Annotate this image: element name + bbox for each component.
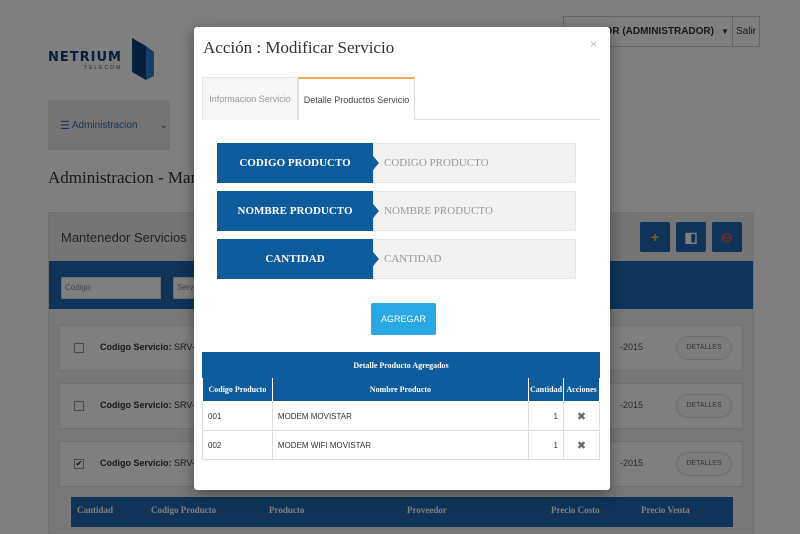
- remove-icon[interactable]: ✖: [563, 430, 600, 460]
- products-added-table: Detalle Producto Agregados Codigo Produc…: [202, 352, 600, 460]
- modal-tabs: Informacion Servicio Detalle Productos S…: [202, 77, 600, 121]
- table-row: 002 MODEM WIFI MOVISTAR 1 ✖: [202, 430, 600, 460]
- column-header-codigo: Codigo Producto: [202, 377, 273, 402]
- cell-nombre: MODEM MOVISTAR: [271, 401, 530, 431]
- cantidad-input[interactable]: [373, 239, 576, 279]
- tab-informacion-servicio[interactable]: Informacion Servicio: [202, 77, 298, 120]
- agregar-button[interactable]: AGREGAR: [371, 303, 436, 335]
- nombre-producto-input[interactable]: [373, 191, 576, 231]
- tab-detalle-productos-servicio[interactable]: Detalle Productos Servicio: [298, 77, 415, 121]
- table-caption: Detalle Producto Agregados: [202, 352, 600, 378]
- remove-icon[interactable]: ✖: [563, 401, 600, 431]
- codigo-producto-input[interactable]: [373, 143, 576, 183]
- cantidad-field: CANTIDAD: [217, 239, 576, 279]
- table-row: 001 MODEM MOVISTAR 1 ✖: [202, 401, 600, 431]
- nombre-producto-field: NOMBRE PRODUCTO: [217, 191, 576, 231]
- codigo-producto-label: CODIGO PRODUCTO: [217, 143, 373, 183]
- modal-title: Acción : Modificar Servicio: [203, 38, 395, 57]
- cell-cantidad: 1: [528, 401, 564, 431]
- cell-codigo: 001: [202, 401, 273, 431]
- column-header-nombre: Nombre Producto: [271, 377, 530, 402]
- label-arrow: [373, 156, 379, 170]
- cell-codigo: 002: [202, 430, 273, 460]
- cantidad-label: CANTIDAD: [217, 239, 373, 279]
- codigo-producto-field: CODIGO PRODUCTO: [217, 143, 576, 183]
- label-arrow: [373, 204, 379, 218]
- close-icon[interactable]: ×: [590, 37, 597, 51]
- label-arrow: [373, 252, 379, 266]
- nombre-producto-label: NOMBRE PRODUCTO: [217, 191, 373, 231]
- column-header-cantidad: Cantidad: [528, 377, 564, 402]
- modify-service-modal: Acción : Modificar Servicio × Informacio…: [194, 27, 610, 490]
- cell-cantidad: 1: [528, 430, 564, 460]
- cell-nombre: MODEM WIFI MOVISTAR: [271, 430, 530, 460]
- column-header-acciones: Acciones: [563, 377, 600, 402]
